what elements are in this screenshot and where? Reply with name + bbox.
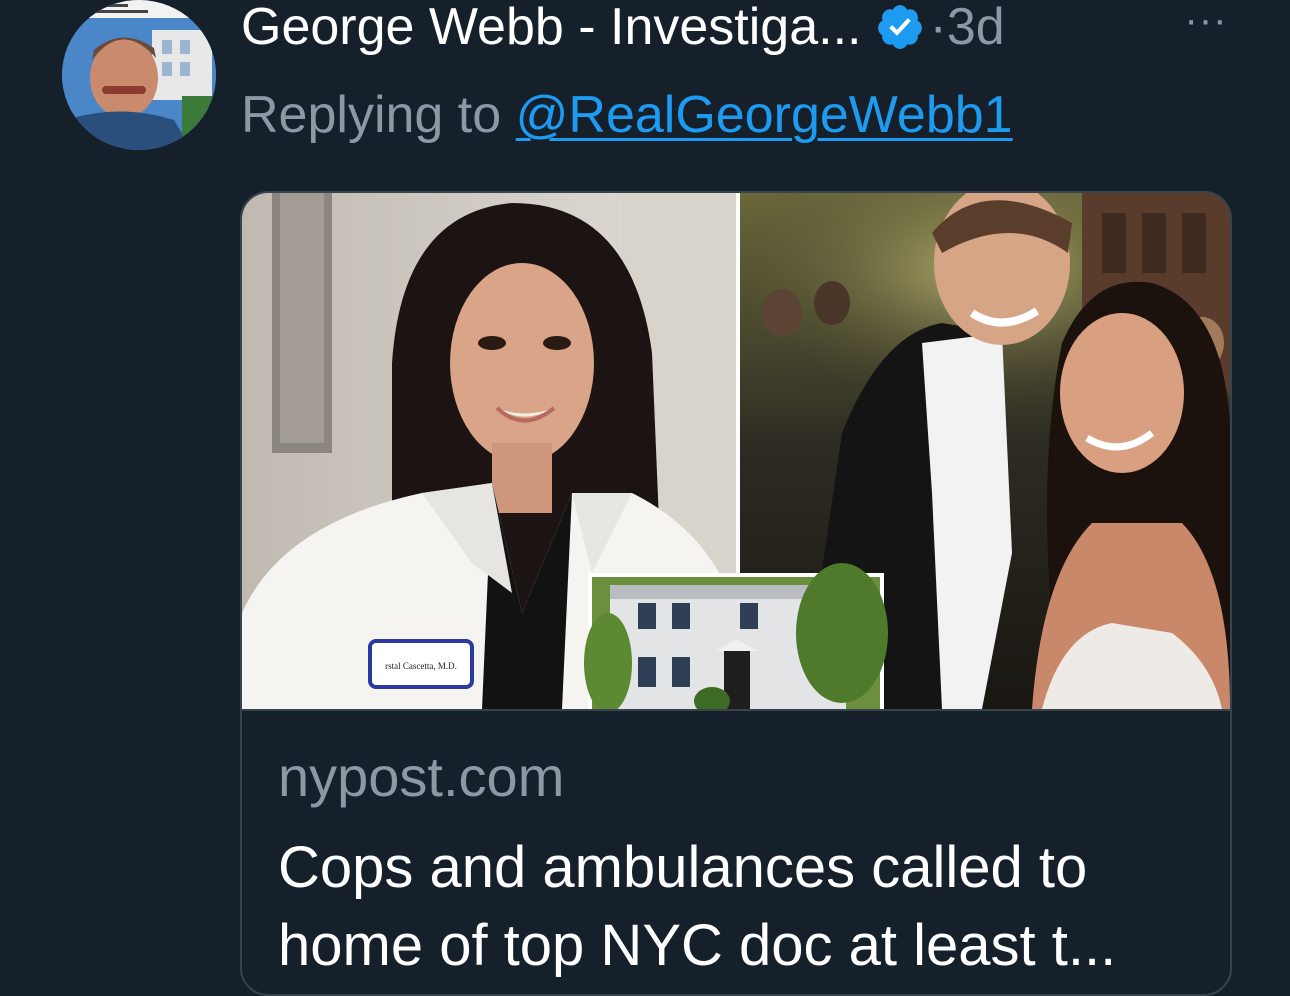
card-image[interactable]: rstal Cascetta, M.D.: [242, 193, 1230, 709]
replying-to: Replying to @RealGeorgeWebb1: [241, 84, 1013, 146]
card-domain: nypost.com: [278, 745, 565, 808]
verified-badge-icon: [875, 2, 925, 52]
more-options-icon[interactable]: ···: [1182, 0, 1230, 40]
tweet-timestamp[interactable]: 3d: [947, 0, 1005, 57]
link-preview-card[interactable]: rstal Cascetta, M.D. nypost.com Cops and…: [240, 191, 1232, 996]
author-avatar[interactable]: [62, 0, 216, 150]
tweet[interactable]: George Webb - Investiga... · 3d ··· Repl…: [0, 0, 1290, 996]
card-headline: Cops and ambulances called to home of to…: [278, 835, 1117, 978]
author-name[interactable]: George Webb - Investiga...: [241, 0, 861, 57]
replying-to-handle-link[interactable]: @RealGeorgeWebb1: [516, 86, 1013, 144]
card-info[interactable]: nypost.com Cops and ambulances called to…: [242, 709, 1230, 994]
replying-to-label: Replying to: [241, 86, 516, 144]
coat-badge-text: rstal Cascetta, M.D.: [385, 661, 457, 671]
separator-dot: ·: [929, 0, 947, 56]
tweet-header: George Webb - Investiga... · 3d: [241, 0, 1005, 60]
